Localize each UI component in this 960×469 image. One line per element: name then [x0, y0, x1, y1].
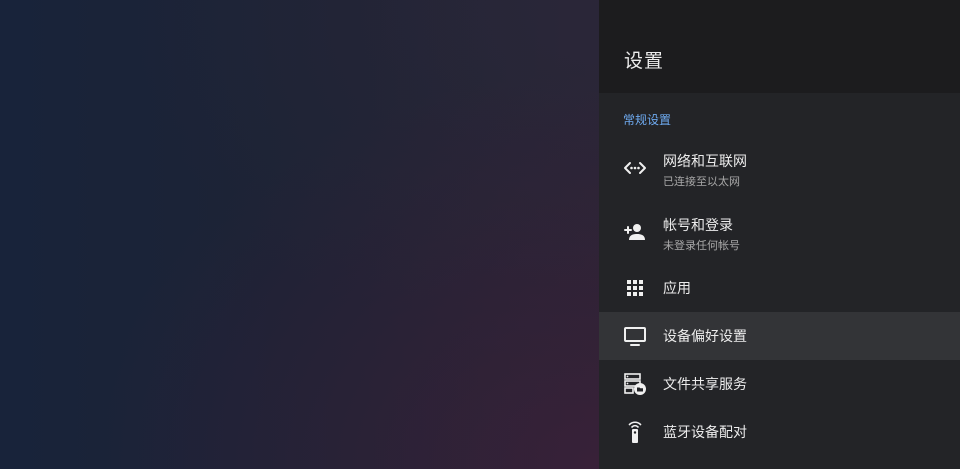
menu-item-file-sharing[interactable]: 文件共享服务	[599, 360, 960, 408]
settings-panel: 设置 常规设置 网络和互联网 已连接至以太网 帐号和登录 未登录任何帐号 应用 …	[599, 0, 960, 469]
tv-icon	[623, 324, 647, 348]
panel-header: 设置	[599, 0, 960, 93]
remote-control-icon	[623, 420, 647, 444]
menu-item-subtitle: 已连接至以太网	[663, 175, 740, 188]
menu-item-title: 文件共享服务	[663, 377, 747, 393]
menu-item-title: 网络和互联网	[663, 154, 747, 170]
network-icon	[623, 156, 647, 180]
section-label: 常规设置	[623, 113, 672, 127]
menu-item-title: 应用	[663, 281, 691, 297]
background-wallpaper	[0, 0, 600, 469]
menu-item-account[interactable]: 帐号和登录 未登录任何帐号	[599, 200, 960, 264]
add-person-icon	[623, 220, 647, 244]
menu-item-network[interactable]: 网络和互联网 已连接至以太网	[599, 136, 960, 200]
apps-grid-icon	[623, 276, 647, 300]
menu-item-title: 设备偏好设置	[663, 329, 747, 345]
file-share-icon	[623, 372, 647, 396]
menu-item-apps[interactable]: 应用	[599, 264, 960, 312]
page-title: 设置	[624, 50, 665, 72]
menu-item-title: 帐号和登录	[663, 218, 733, 234]
settings-menu: 网络和互联网 已连接至以太网 帐号和登录 未登录任何帐号 应用 设备偏好设置 文…	[599, 136, 960, 456]
menu-item-bluetooth-pairing[interactable]: 蓝牙设备配对	[599, 408, 960, 456]
screen: 设置 常规设置 网络和互联网 已连接至以太网 帐号和登录 未登录任何帐号 应用 …	[0, 0, 960, 469]
menu-item-subtitle: 未登录任何帐号	[663, 239, 740, 252]
menu-item-title: 蓝牙设备配对	[663, 425, 747, 441]
menu-item-device-preferences[interactable]: 设备偏好设置	[599, 312, 960, 360]
